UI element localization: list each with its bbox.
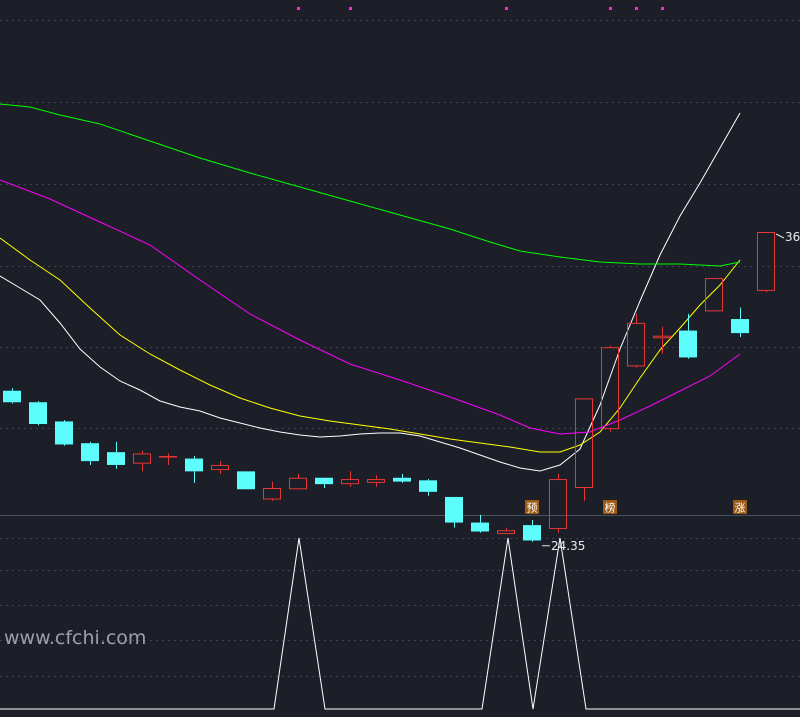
candle-body	[211, 464, 229, 471]
price-grid	[0, 20, 800, 429]
candle	[653, 326, 671, 354]
candle	[211, 461, 229, 474]
candle-body	[237, 471, 255, 490]
candle	[133, 450, 151, 472]
candle-body	[757, 232, 775, 291]
candle	[549, 473, 567, 533]
annotation-pointer	[775, 233, 785, 239]
candle-body	[627, 322, 645, 367]
candle	[523, 520, 541, 542]
watermark: www.cfchi.com	[4, 627, 146, 649]
candle-body	[471, 522, 489, 532]
top-dot	[505, 7, 508, 10]
candle-body	[705, 278, 723, 312]
candle	[341, 471, 359, 487]
price-label: 24.35	[551, 539, 585, 553]
candle-body	[393, 477, 411, 482]
indicator-line	[0, 537, 800, 710]
indicator-grid	[0, 538, 800, 677]
candle	[601, 345, 619, 432]
candle-body	[575, 398, 593, 488]
candle-body	[341, 479, 359, 485]
candle-body	[731, 319, 749, 334]
candle	[705, 278, 723, 312]
candle	[29, 400, 47, 426]
candle	[471, 514, 489, 533]
candle-body	[523, 525, 541, 541]
top-dots	[297, 7, 664, 10]
candle	[159, 453, 177, 465]
candle-body	[55, 421, 73, 445]
candle	[419, 479, 437, 496]
price-label: 36.30	[785, 230, 800, 244]
top-dot	[661, 7, 664, 10]
stock-chart: 36.30 24.35 预 榜 涨 www.cfchi.com	[0, 7, 800, 710]
candle-body	[445, 496, 463, 523]
candle-body	[159, 456, 177, 458]
candle	[185, 456, 203, 483]
candle	[107, 441, 125, 469]
candle	[575, 398, 593, 501]
candle-body	[263, 488, 281, 500]
candle-body	[133, 453, 151, 464]
candle-body	[29, 402, 47, 424]
candle	[289, 473, 307, 490]
candle	[81, 441, 99, 465]
candle	[497, 527, 515, 535]
chart-stage: 36.30 24.35 预 榜 涨 www.cfchi.com	[0, 0, 800, 713]
candle-body	[549, 479, 567, 529]
ma-line	[0, 103, 741, 267]
indicator-lines	[0, 537, 800, 710]
candle	[679, 313, 697, 359]
candle-body	[289, 477, 307, 490]
candle-body	[367, 479, 385, 483]
signal-marker: 榜	[605, 501, 616, 515]
candle-body	[315, 477, 333, 485]
candle-body	[653, 335, 671, 339]
candle-body	[107, 452, 125, 465]
candle-body	[497, 530, 515, 535]
candle	[393, 473, 411, 483]
candle	[757, 232, 775, 293]
candle	[367, 475, 385, 487]
top-dot	[609, 7, 612, 10]
candle-body	[679, 330, 697, 358]
candle	[315, 477, 333, 488]
signal-marker: 涨	[735, 502, 746, 515]
signal-markers: 预榜涨	[525, 500, 747, 515]
candle	[445, 496, 463, 528]
signal-marker: 预	[527, 502, 538, 515]
ma-line	[0, 112, 741, 472]
top-dot	[297, 7, 300, 10]
candle-body	[81, 443, 99, 462]
ma-line	[0, 179, 741, 435]
candlesticks	[3, 232, 775, 542]
candle	[55, 420, 73, 446]
candle	[731, 307, 749, 337]
candle-body	[185, 458, 203, 472]
candle	[3, 388, 21, 404]
candle	[237, 471, 255, 490]
candle	[263, 481, 281, 501]
top-dot	[349, 7, 352, 10]
top-dot	[635, 7, 638, 10]
candle	[627, 313, 645, 368]
ma-line	[0, 237, 741, 453]
candle-body	[3, 390, 21, 403]
moving-average-lines	[0, 103, 741, 472]
price-annotations: 36.30 24.35	[542, 230, 800, 553]
candle-body	[419, 480, 437, 492]
